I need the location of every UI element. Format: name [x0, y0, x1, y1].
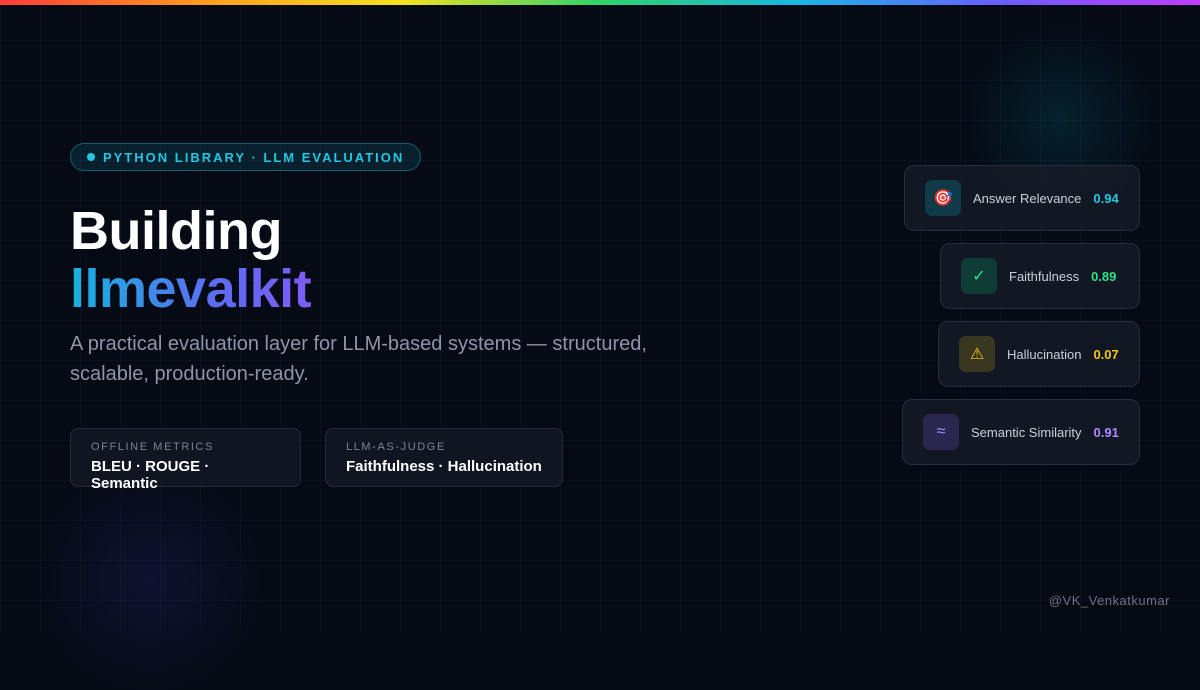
category-badge: PYTHON LIBRARY · LLM EVALUATION	[70, 143, 422, 171]
subtitle: A practical evaluation layer for LLM-bas…	[70, 333, 647, 385]
background-glow-bottom-left	[20, 470, 280, 690]
metric-card-semantic-similarity: ≈ Semantic Similarity 0.91	[902, 399, 1140, 465]
badge-text: PYTHON LIBRARY · LLM EVALUATION	[103, 149, 405, 165]
title-line-2: llmevalkit	[70, 259, 312, 319]
feature-label: LLM-AS-JUDGE	[346, 441, 446, 453]
metric-label: Answer Relevance	[973, 190, 1082, 206]
metric-card-hallucination: ⚠ Hallucination 0.07	[938, 321, 1140, 387]
author-handle: @VK_Venkatkumar	[1048, 593, 1170, 608]
target-icon: 🎯	[925, 180, 961, 216]
metric-label: Hallucination	[1007, 346, 1082, 362]
metric-label: Semantic Similarity	[971, 424, 1082, 440]
metric-value: 0.89	[1091, 268, 1117, 284]
check-icon: ✓	[961, 258, 997, 294]
feature-card-llm-as-judge: LLM-AS-JUDGE Faithfulness · Hallucinatio…	[325, 428, 563, 487]
approx-icon: ≈	[923, 414, 959, 450]
rainbow-top-bar	[0, 0, 1200, 5]
feature-label: OFFLINE METRICS	[91, 441, 215, 453]
metric-card-answer-relevance: 🎯 Answer Relevance 0.94	[904, 165, 1140, 231]
feature-card-offline-metrics: OFFLINE METRICS BLEU · ROUGE · Semantic	[70, 428, 301, 492]
metric-label: Faithfulness	[1009, 268, 1080, 284]
feature-value: BLEU · ROUGE · Semantic	[91, 458, 210, 492]
metric-value: 0.07	[1093, 346, 1119, 362]
metric-value: 0.91	[1093, 424, 1119, 440]
warning-icon: ⚠	[959, 336, 995, 372]
feature-value: Faithfulness · Hallucination	[346, 458, 542, 475]
metric-card-faithfulness: ✓ Faithfulness 0.89	[940, 243, 1140, 309]
badge-dot-icon	[87, 153, 95, 161]
metric-value: 0.94	[1093, 190, 1119, 206]
title-line-1: Building	[70, 201, 282, 261]
